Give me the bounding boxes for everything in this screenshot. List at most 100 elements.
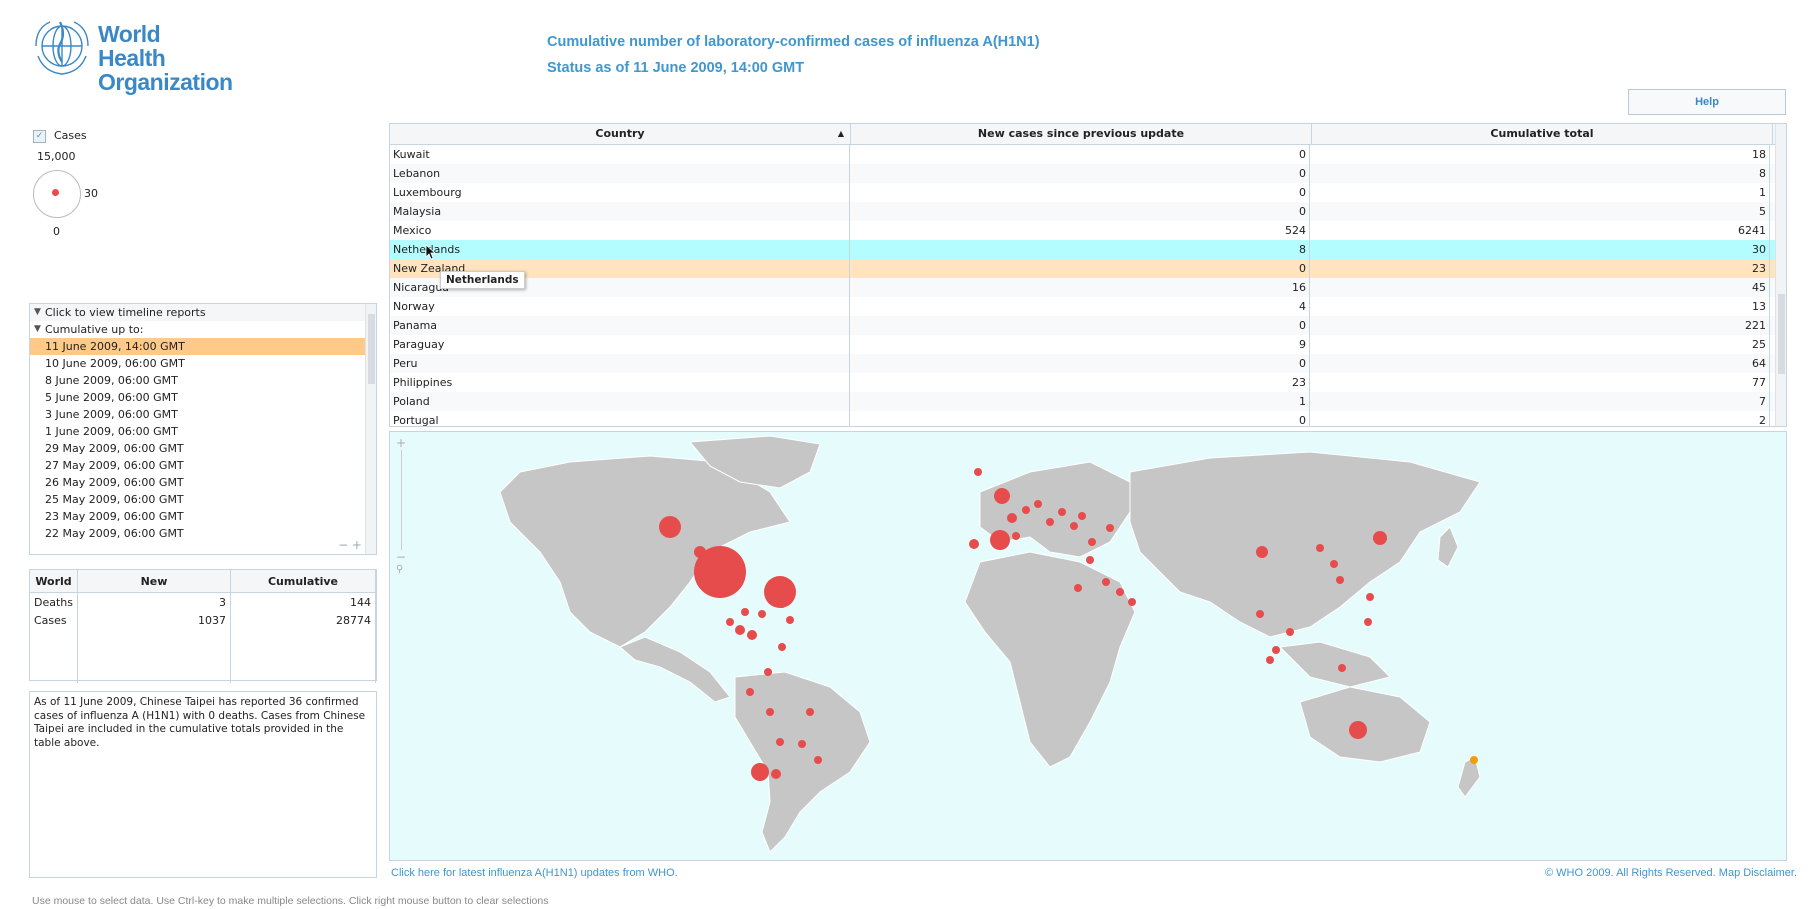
magnifier-icon[interactable]: ⚲ bbox=[396, 564, 410, 575]
table-row[interactable]: Norway 4 13 bbox=[390, 297, 1786, 316]
case-marker[interactable] bbox=[1088, 538, 1096, 546]
case-marker[interactable] bbox=[806, 708, 814, 716]
case-marker[interactable] bbox=[994, 488, 1010, 504]
table-row[interactable]: Mexico 524 6241 bbox=[390, 221, 1786, 240]
mouse-cursor-icon bbox=[425, 244, 437, 260]
case-marker[interactable] bbox=[766, 708, 774, 716]
timeline-item[interactable]: 27 May 2009, 06:00 GMT bbox=[30, 457, 376, 474]
country-column-header[interactable]: Country ▲ bbox=[390, 124, 851, 144]
case-marker[interactable] bbox=[990, 530, 1010, 550]
case-marker[interactable] bbox=[1336, 576, 1344, 584]
case-marker[interactable] bbox=[758, 610, 766, 618]
case-marker[interactable] bbox=[969, 539, 979, 549]
case-marker[interactable] bbox=[778, 643, 786, 651]
case-marker[interactable] bbox=[1316, 544, 1324, 552]
table-row[interactable]: Cases 1037 28774 bbox=[30, 611, 376, 629]
case-marker[interactable] bbox=[1349, 721, 1367, 739]
timeline-zoom-controls[interactable]: − + bbox=[338, 538, 362, 552]
table-row[interactable]: Deaths 3 144 bbox=[30, 592, 376, 611]
cumulative-column-header[interactable]: Cumulative total bbox=[1312, 124, 1773, 144]
table-row[interactable]: Panama 0 221 bbox=[390, 316, 1786, 335]
case-marker[interactable] bbox=[798, 740, 806, 748]
timeline-item[interactable]: 3 June 2009, 06:00 GMT bbox=[30, 406, 376, 423]
case-marker[interactable] bbox=[814, 756, 822, 764]
case-marker[interactable] bbox=[1338, 664, 1346, 672]
case-marker[interactable] bbox=[1256, 610, 1264, 618]
case-marker[interactable] bbox=[1007, 513, 1017, 523]
case-marker[interactable] bbox=[1034, 500, 1042, 508]
timeline-item[interactable]: 22 May 2009, 06:00 GMT bbox=[30, 525, 376, 542]
case-marker[interactable] bbox=[1046, 518, 1054, 526]
new-cases-column-header[interactable]: New cases since previous update bbox=[851, 124, 1312, 144]
case-marker[interactable] bbox=[1266, 656, 1274, 664]
table-row[interactable]: Peru 0 64 bbox=[390, 354, 1786, 373]
timeline-item[interactable]: 25 May 2009, 06:00 GMT bbox=[30, 491, 376, 508]
case-marker[interactable] bbox=[1470, 756, 1478, 764]
help-button[interactable]: Help bbox=[1628, 89, 1786, 115]
table-row[interactable]: Paraguay 9 25 bbox=[390, 335, 1786, 354]
case-marker[interactable] bbox=[735, 625, 745, 635]
timeline-item[interactable]: 29 May 2009, 06:00 GMT bbox=[30, 440, 376, 457]
timeline-item[interactable]: 5 June 2009, 06:00 GMT bbox=[30, 389, 376, 406]
case-marker[interactable] bbox=[1078, 512, 1086, 520]
case-marker[interactable] bbox=[747, 630, 757, 640]
copyright-text[interactable]: © WHO 2009. All Rights Reserved. Map Dis… bbox=[1545, 867, 1797, 879]
table-row[interactable]: Malaysia 0 5 bbox=[390, 202, 1786, 221]
timeline-item[interactable]: 10 June 2009, 06:00 GMT bbox=[30, 355, 376, 372]
case-marker[interactable] bbox=[1022, 506, 1030, 514]
timeline-group-toggle[interactable]: ▼ Cumulative up to: bbox=[30, 321, 376, 338]
table-row[interactable]: Portugal 0 2 bbox=[390, 411, 1786, 426]
case-marker[interactable] bbox=[1070, 522, 1078, 530]
timeline-item[interactable]: 8 June 2009, 06:00 GMT bbox=[30, 372, 376, 389]
table-row[interactable]: Nicaragua 16 45 bbox=[390, 278, 1786, 297]
latest-updates-link[interactable]: Click here for latest influenza A(H1N1) … bbox=[391, 867, 678, 879]
case-marker[interactable] bbox=[1256, 546, 1268, 558]
case-marker[interactable] bbox=[1364, 618, 1372, 626]
timeline-item[interactable]: 26 May 2009, 06:00 GMT bbox=[30, 474, 376, 491]
case-marker[interactable] bbox=[771, 769, 781, 779]
case-marker[interactable] bbox=[786, 616, 794, 624]
case-marker[interactable] bbox=[776, 738, 784, 746]
case-marker[interactable] bbox=[1330, 560, 1338, 568]
case-marker[interactable] bbox=[1012, 532, 1020, 540]
table-row[interactable]: New Zealand 0 23 bbox=[390, 259, 1786, 278]
case-marker[interactable] bbox=[1102, 578, 1110, 586]
case-marker[interactable] bbox=[974, 468, 982, 476]
case-marker[interactable] bbox=[751, 763, 769, 781]
case-marker[interactable] bbox=[1272, 646, 1280, 654]
table-row[interactable]: Philippines 23 77 bbox=[390, 373, 1786, 392]
timeline-item[interactable]: 23 May 2009, 06:00 GMT bbox=[30, 508, 376, 525]
case-marker[interactable] bbox=[1286, 628, 1294, 636]
case-marker[interactable] bbox=[1086, 556, 1094, 564]
case-marker[interactable] bbox=[1058, 508, 1066, 516]
case-marker[interactable] bbox=[764, 668, 772, 676]
case-marker[interactable] bbox=[659, 516, 681, 538]
table-row[interactable]: Lebanon 0 8 bbox=[390, 164, 1786, 183]
timeline-section-toggle[interactable]: ▼ Click to view timeline reports bbox=[30, 304, 376, 321]
table-row[interactable]: Kuwait 0 18 bbox=[390, 145, 1786, 164]
new-value: 3 bbox=[77, 592, 231, 611]
zoom-in-icon[interactable]: + bbox=[396, 436, 410, 450]
zoom-out-icon[interactable]: − bbox=[396, 550, 410, 564]
map-zoom-slider[interactable]: + − ⚲ bbox=[396, 436, 410, 581]
timeline-scrollbar[interactable] bbox=[365, 304, 376, 554]
case-marker[interactable] bbox=[1116, 588, 1124, 596]
timeline-item[interactable]: 1 June 2009, 06:00 GMT bbox=[30, 423, 376, 440]
timeline-item[interactable]: 11 June 2009, 14:00 GMT bbox=[30, 338, 376, 355]
case-marker[interactable] bbox=[1373, 531, 1387, 545]
case-marker[interactable] bbox=[1128, 598, 1136, 606]
grid-scrollbar[interactable] bbox=[1775, 124, 1786, 426]
case-marker[interactable] bbox=[726, 618, 734, 626]
world-map[interactable] bbox=[389, 431, 1787, 861]
case-marker[interactable] bbox=[694, 546, 706, 558]
case-marker[interactable] bbox=[746, 688, 754, 696]
case-marker[interactable] bbox=[1366, 593, 1374, 601]
case-marker[interactable] bbox=[1106, 524, 1114, 532]
table-row[interactable]: Luxembourg 0 1 bbox=[390, 183, 1786, 202]
table-row[interactable]: Netherlands830 bbox=[390, 240, 1786, 259]
case-marker[interactable] bbox=[778, 600, 786, 608]
case-marker[interactable] bbox=[1074, 584, 1082, 592]
case-marker[interactable] bbox=[741, 608, 749, 616]
table-row[interactable]: Poland 1 7 bbox=[390, 392, 1786, 411]
cases-checkbox[interactable]: ✓ bbox=[33, 130, 46, 143]
